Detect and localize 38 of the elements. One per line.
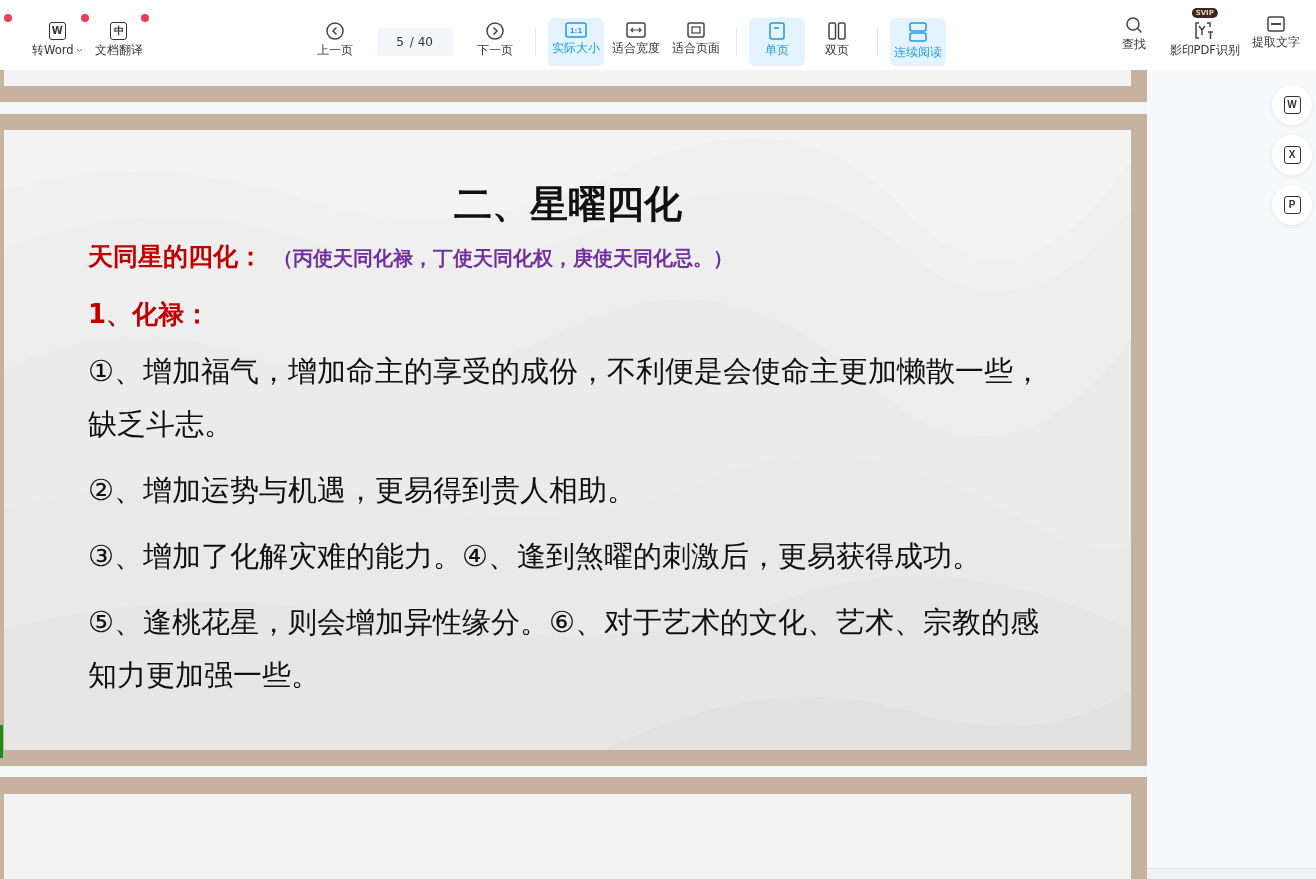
view-mode-button[interactable]: 适合宽度 xyxy=(607,18,664,66)
paragraph: ①、增加福气，增加命主的享受的成份，不利便是会使命主更加懒散一些，缺乏斗志。 xyxy=(88,353,1043,443)
translate-icon: 中 xyxy=(110,22,128,40)
fit-width-icon xyxy=(625,22,646,38)
section-heading: 天同星的四化： xyxy=(88,241,263,273)
convert-file-button[interactable]: P xyxy=(1272,185,1312,225)
convert-word-button[interactable]: W 转Word xyxy=(28,18,87,66)
convert-file-button[interactable]: X xyxy=(1272,135,1312,175)
previous-page-button[interactable]: 上一页 xyxy=(306,18,363,66)
next-icon xyxy=(485,22,504,40)
toolbar-button[interactable]: 查找 xyxy=(1105,12,1162,60)
single-page-icon xyxy=(768,22,785,40)
previous-icon xyxy=(325,22,344,40)
toolbar-button[interactable]: 提取文字 xyxy=(1247,12,1304,60)
translate-button[interactable]: 中 文档翻译 xyxy=(90,18,147,66)
paragraph: ⑤、逢桃花星，则会增加异性缘分。⑥、对于艺术的文化、艺术、宗教的感知力更加强一些。 xyxy=(88,604,1040,694)
heading-note: （丙使天同化禄，丁使天同化权，庚使天同化忌。） xyxy=(273,245,733,272)
paragraph: ③、增加了化解灾难的能力。④、逢到煞曜的刺激后，更易获得成功。 xyxy=(88,538,982,575)
ocr-icon xyxy=(1266,16,1285,32)
edge-marker xyxy=(0,725,3,758)
page-number-field[interactable]: 5 / 40 xyxy=(376,28,453,56)
search-icon xyxy=(1124,16,1143,34)
next-page-button[interactable]: 下一页 xyxy=(466,18,523,66)
file-icon: P xyxy=(1283,196,1301,214)
scan-icon xyxy=(1194,22,1215,40)
paragraph: ②、增加运势与机遇，更易得到贵人相助。 xyxy=(88,472,637,509)
word-file-icon: W xyxy=(48,22,66,40)
subheading: 1、化禄： xyxy=(88,298,212,331)
notification-dot xyxy=(4,14,12,22)
file-icon: W xyxy=(1283,96,1301,114)
fit-page-icon xyxy=(686,22,705,38)
double-page-icon xyxy=(827,22,846,40)
view-mode-button[interactable]: 双页 xyxy=(808,18,865,66)
convert-file-button[interactable]: W xyxy=(1272,85,1312,125)
file-icon: X xyxy=(1283,146,1301,164)
continuous-icon xyxy=(908,22,927,42)
view-mode-button[interactable]: 适合页面 xyxy=(667,18,724,66)
page-title: 二、星曜四化 xyxy=(452,181,683,228)
